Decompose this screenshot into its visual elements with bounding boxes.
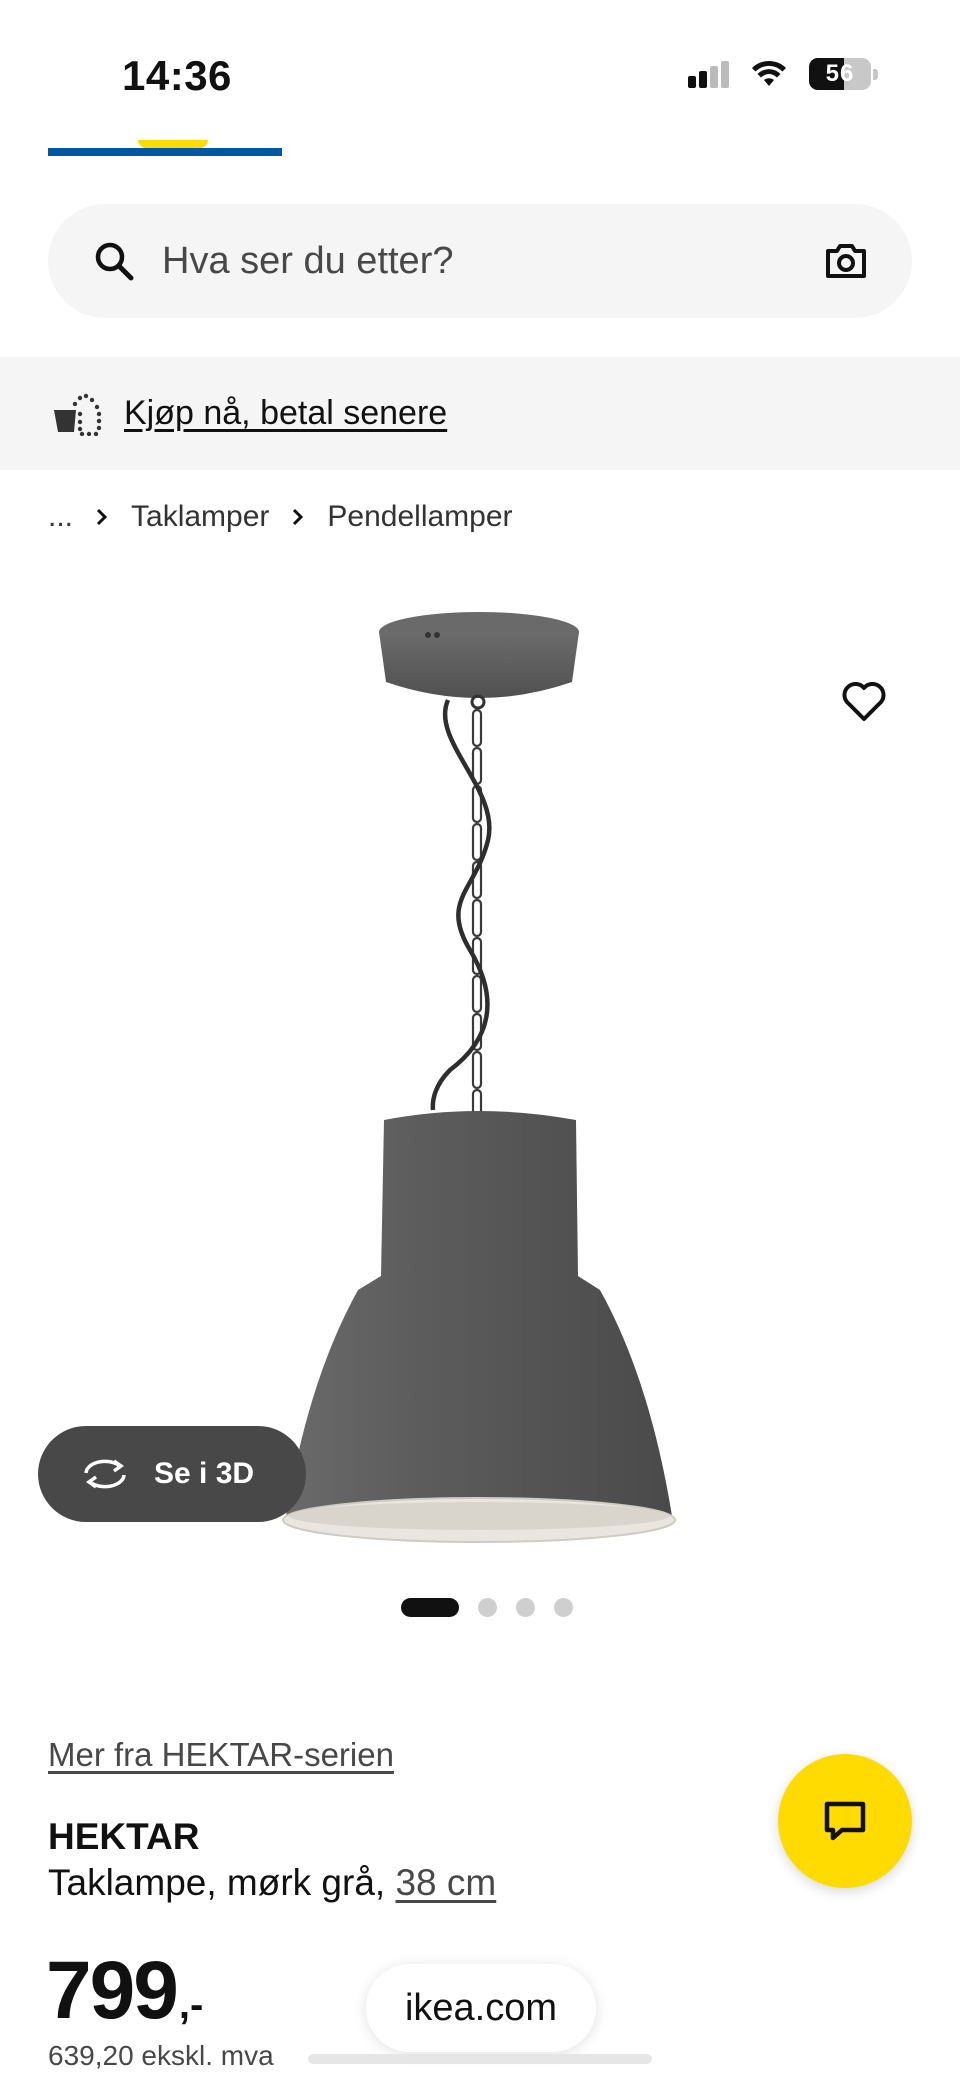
- promo-banner[interactable]: Kjøp nå, betal senere: [0, 357, 960, 470]
- breadcrumb-ellipsis[interactable]: ...: [48, 500, 73, 534]
- product-image[interactable]: [0, 590, 960, 1570]
- status-bar: 14:36 56: [0, 0, 960, 130]
- price-amount: 799: [46, 1945, 179, 2036]
- view-3d-button[interactable]: Se i 3D: [38, 1426, 306, 1522]
- carousel-dot[interactable]: [478, 1598, 497, 1617]
- carousel-dot[interactable]: [516, 1598, 535, 1617]
- heart-icon: [842, 682, 886, 721]
- price-ex-vat: 639,20 ekskl. mva: [48, 2040, 274, 2071]
- series-link[interactable]: Mer fra HEKTAR-serien: [48, 1736, 394, 1774]
- carousel-dot[interactable]: [401, 1598, 459, 1617]
- breadcrumb-item-taklamper[interactable]: Taklamper: [131, 500, 269, 534]
- price-suffix: ,-: [178, 1983, 204, 2027]
- camera-icon[interactable]: [824, 239, 868, 283]
- home-indicator: [308, 2054, 652, 2064]
- product-description: Taklampe, mørk grå, 38 cm: [48, 1862, 496, 1904]
- carousel-dot[interactable]: [554, 1598, 573, 1617]
- size-link[interactable]: 38 cm: [395, 1862, 496, 1903]
- basket-icon: [54, 393, 102, 436]
- search-icon: [95, 242, 134, 281]
- chevron-right-icon: [96, 508, 108, 526]
- product-name: HEKTAR: [48, 1816, 200, 1857]
- browser-url: ikea.com: [404, 1986, 558, 2029]
- status-time: 14:36: [122, 52, 232, 99]
- view-3d-label: Se i 3D: [154, 1457, 255, 1490]
- status-icons: 56: [688, 58, 878, 90]
- signal-icon: [688, 60, 729, 88]
- chat-icon: [824, 1801, 866, 1841]
- wishlist-button[interactable]: [822, 660, 906, 744]
- logo-strip[interactable]: [48, 140, 282, 156]
- search-bar[interactable]: [48, 204, 912, 318]
- breadcrumb: ... Taklamper Pendellamper: [48, 500, 513, 534]
- browser-url-bar[interactable]: ikea.com: [366, 1964, 596, 2052]
- price: 799 ,-: [46, 1944, 203, 2038]
- wifi-icon: [752, 60, 786, 86]
- rotate-3d-icon: [84, 1459, 126, 1489]
- breadcrumb-item-pendellamper[interactable]: Pendellamper: [327, 500, 512, 534]
- battery-level: 56: [825, 60, 855, 87]
- product-type: Taklampe, mørk grå,: [48, 1862, 386, 1903]
- search-input[interactable]: [162, 239, 824, 283]
- battery-icon: 56: [809, 58, 878, 90]
- chat-button[interactable]: [778, 1754, 912, 1888]
- chevron-right-icon: [293, 508, 304, 526]
- image-carousel-dots: [0, 1598, 960, 1617]
- product-page: 14:36 56 Hva ser du etter? Kjøp nå, beta…: [0, 0, 960, 2087]
- promo-link[interactable]: Kjøp nå, betal senere: [124, 394, 447, 433]
